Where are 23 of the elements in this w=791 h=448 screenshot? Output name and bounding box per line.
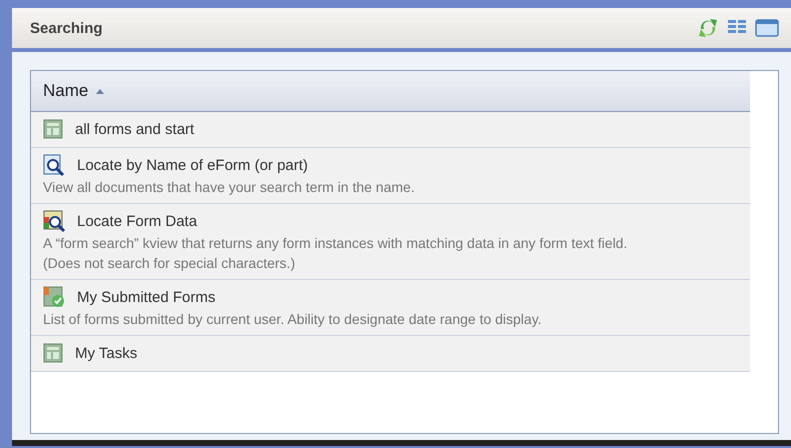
form-check-icon [43, 286, 65, 308]
list-row[interactable]: Locate Form Data A “form search” kview that returns any form instances with matching data in any form text field. (Does not search for special characters.) [31, 204, 750, 280]
item-description: View all documents that have your search term in the name. [43, 178, 416, 197]
column-header[interactable]: Name [31, 81, 116, 101]
window-icon[interactable] [755, 19, 779, 37]
list-row[interactable]: My Tasks [31, 336, 750, 372]
panel-title: Searching [30, 20, 103, 36]
item-title: Locate by Name of eForm (or part) [77, 156, 308, 174]
magnifier-document-icon [43, 154, 65, 176]
refresh-icon[interactable] [697, 17, 719, 39]
item-description: (Does not search for special characters.) [43, 254, 296, 273]
list-row[interactable]: Locate by Name of eForm (or part) View all documents that have your search term in the name. [31, 148, 750, 204]
form-icon [43, 343, 63, 363]
magnifier-grid-icon [43, 210, 65, 232]
item-description: A “form search” kview that returns any form instances with matching data in any form text field. [43, 234, 628, 253]
item-title: My Submitted Forms [77, 288, 216, 306]
form-icon [43, 119, 63, 139]
item-title: Locate Form Data [77, 212, 198, 230]
list-row[interactable]: all forms and start [31, 112, 750, 148]
item-title: all forms and start [75, 120, 194, 138]
item-title: My Tasks [75, 344, 138, 362]
list-row[interactable]: My Submitted Forms List of forms submitted by current user. Ability to designate date range to display. [31, 280, 750, 336]
item-description: List of forms submitted by current user. Ability to designate date range to display. [43, 310, 543, 329]
